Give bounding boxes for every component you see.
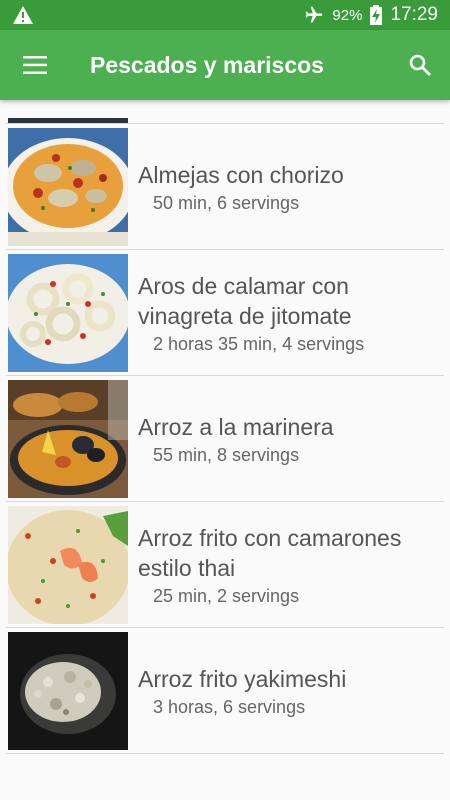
recipe-image <box>8 631 128 750</box>
recipe-name: Arroz a la marinera <box>138 413 334 440</box>
clock: 17:29 <box>390 4 438 25</box>
recipe-list[interactable]: Almejas con chorizo 50 min, 6 servings A… <box>0 100 450 800</box>
search-button[interactable] <box>390 30 450 100</box>
recipe-name: Arroz frito yakimeshi <box>138 665 347 692</box>
status-bar: 92% 17:29 <box>0 0 450 30</box>
search-icon <box>409 54 431 76</box>
airplane-mode-icon <box>306 6 323 23</box>
recipe-image <box>8 127 128 246</box>
list-item[interactable]: Arroz frito con camarones estilo thai 25… <box>6 502 444 628</box>
recipe-meta: 50 min, 6 servings <box>153 192 300 213</box>
recipe-meta: 55 min, 8 servings <box>153 444 300 465</box>
recipe-image <box>8 505 128 624</box>
list-item-partial[interactable] <box>6 100 444 124</box>
list-item[interactable]: Aros de calamar con vinagreta de jitomat… <box>6 250 444 376</box>
recipe-image <box>8 379 128 498</box>
battery-percent: 92% <box>332 6 363 24</box>
recipe-image <box>8 118 128 123</box>
recipe-name: Almejas con chorizo <box>138 161 344 188</box>
recipe-meta: 25 min, 2 servings <box>153 585 300 606</box>
recipe-name: Arroz frito con camarones estilo thai <box>138 524 402 581</box>
menu-icon <box>23 56 47 74</box>
recipe-meta: 3 horas, 6 servings <box>153 696 306 717</box>
list-item[interactable]: Arroz a la marinera 55 min, 8 servings <box>6 376 444 502</box>
recipe-meta: 2 horas 35 min, 4 servings <box>153 333 365 354</box>
menu-button[interactable] <box>0 30 70 100</box>
app-bar: Pescados y mariscos <box>0 30 450 100</box>
list-item[interactable]: Almejas con chorizo 50 min, 6 servings <box>6 124 444 250</box>
list-item[interactable]: Arroz frito yakimeshi 3 horas, 6 serving… <box>6 628 444 754</box>
warning-icon <box>13 6 33 24</box>
recipe-image <box>8 253 128 372</box>
recipe-name: Aros de calamar con vinagreta de jitomat… <box>138 272 352 329</box>
battery-charging-icon <box>370 5 383 25</box>
page-title: Pescados y mariscos <box>90 51 324 78</box>
